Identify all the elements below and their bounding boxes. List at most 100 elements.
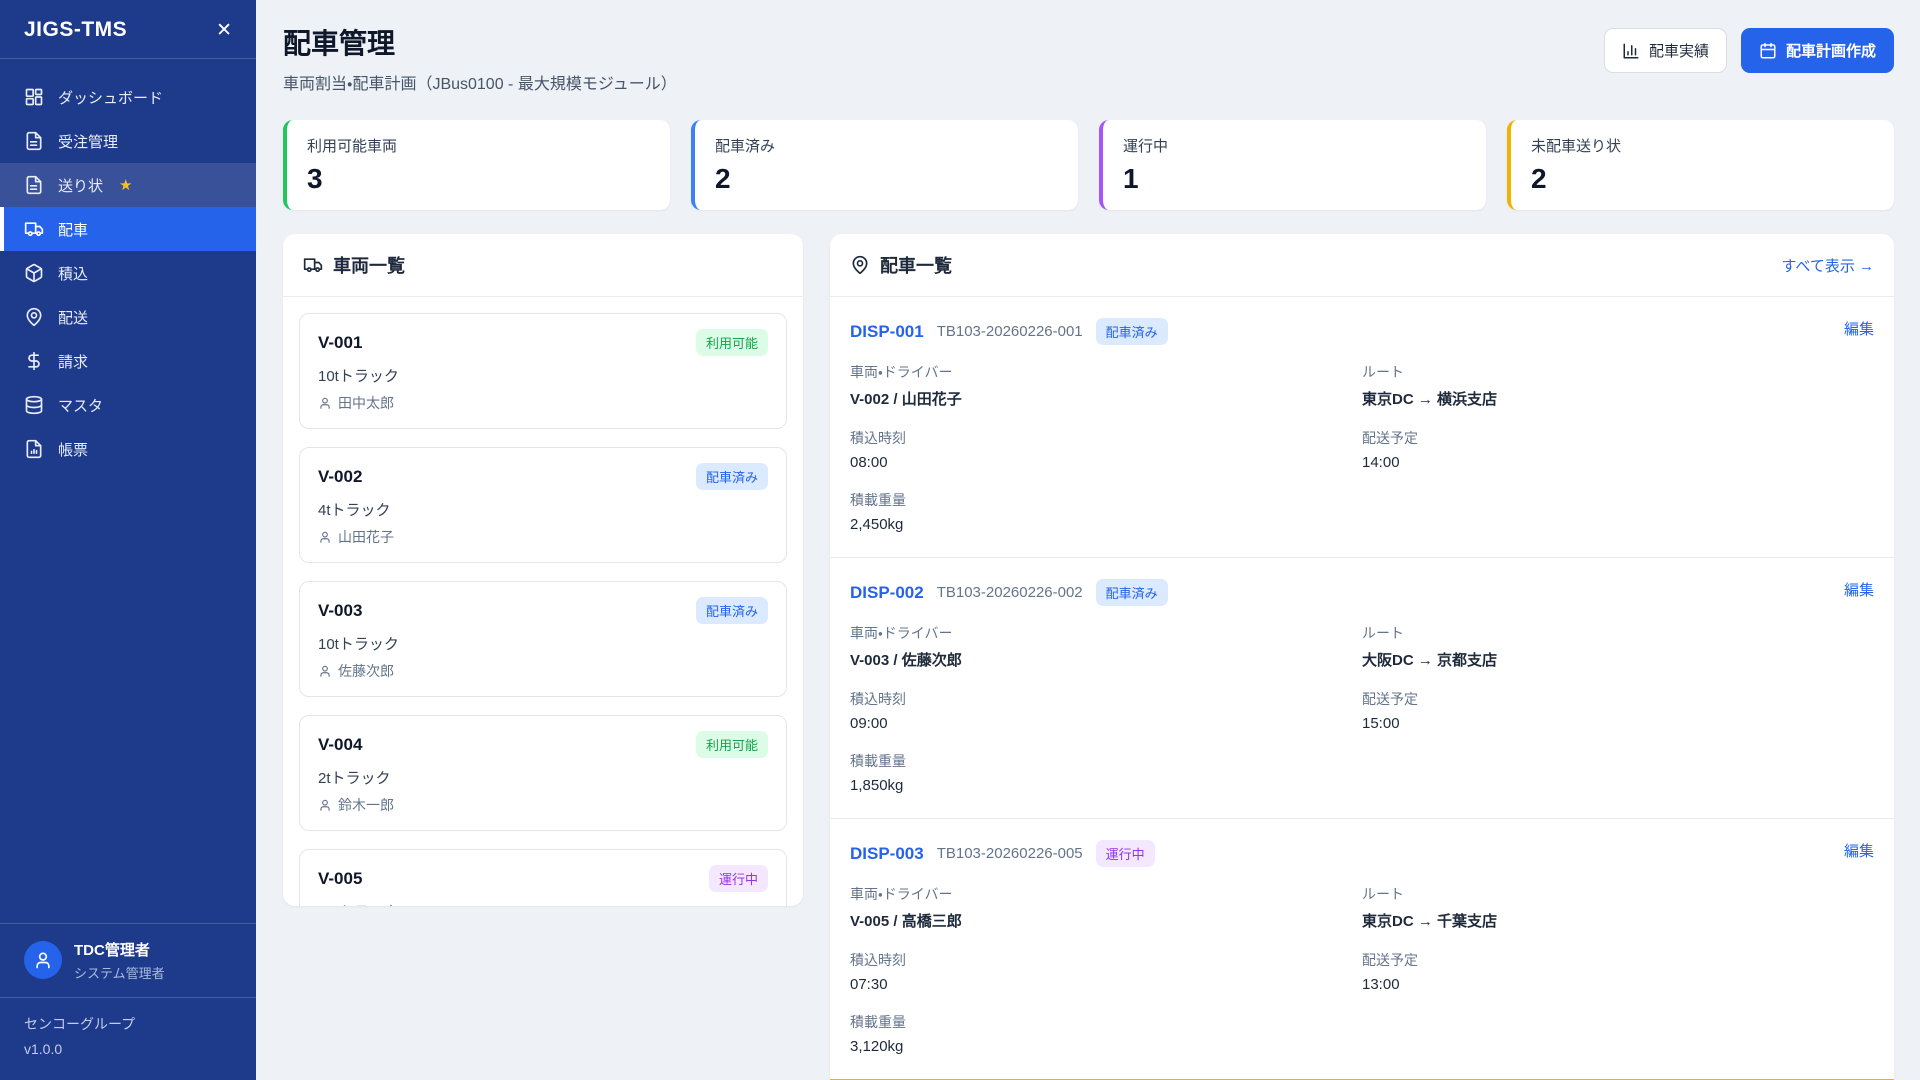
sidebar-item-loading[interactable]: 積込 [0,251,256,295]
field-label: ルート [1362,623,1874,643]
edit-link[interactable]: 編集 [1844,579,1874,600]
vehicle-card[interactable]: V-001 利用可能 10tトラック 田中太郎 [299,313,787,429]
vehicle-panel-title: 車両一覧 [333,252,405,278]
sidebar-item-reports[interactable]: 帳票 [0,427,256,471]
stat-value: 2 [715,163,1058,195]
field-value: 14:00 [1362,454,1874,471]
page-header: 配車管理 車両割当・配車計画（JBus0100 - 最大規模モジュール） 配車実… [283,22,1894,94]
invoice-icon [24,175,44,195]
vehicle-type: 4tトラック [318,499,768,520]
dispatch-results-label: 配車実績 [1649,40,1709,61]
status-badge: 配車済み [696,463,768,490]
dispatch-id[interactable]: DISP-003 [850,844,924,864]
avatar [24,941,62,979]
person-icon [318,798,332,812]
stat-value: 2 [1531,163,1874,195]
field-load-time: 積込時刻 07:30 [850,950,1362,993]
dispatch-column: 配車一覧 すべて表示 → DISP-001 TB103-20260226-001… [830,234,1894,1080]
create-dispatch-plan-button[interactable]: 配車計画作成 [1741,28,1894,73]
vehicle-driver: 田中太郎 [318,393,768,413]
vehicle-card[interactable]: V-002 配車済み 4tトラック 山田花子 [299,447,787,563]
dollar-icon [24,351,44,371]
dispatch-id[interactable]: DISP-002 [850,583,924,603]
star-icon: ★ [119,176,132,194]
field-route: ルート 大阪DC → 京都支店 [1362,623,1874,670]
sidebar-nav: ダッシュボード 受注管理 送り状 ★ 配車 積込 [0,59,256,923]
dispatch-row: DISP-002 TB103-20260226-002 配車済み 編集 車両・ド… [830,558,1894,819]
stat-label: 未配車送り状 [1531,135,1874,156]
field-label: 積載重量 [850,490,1362,510]
sidebar-item-label: 積込 [58,263,88,284]
vehicle-id: V-005 [318,869,362,889]
page-title: 配車管理 [283,22,677,62]
field-weight: 積載重量 2,450kg [850,490,1362,533]
stat-value: 3 [307,163,650,195]
field-vehicle-driver: 車両・ドライバー V-003 / 佐藤次郎 [850,623,1362,670]
sidebar-item-dispatch[interactable]: 配車 [0,207,256,251]
vehicle-type: 2tトラック [318,767,768,788]
page-subtitle: 車両割当・配車計画（JBus0100 - 最大規模モジュール） [283,70,677,94]
field-value: V-005 / 高橋三郎 [850,910,1362,931]
sidebar-item-delivery[interactable]: 配送 [0,295,256,339]
bar-chart-icon [1622,42,1640,60]
vehicle-id: V-002 [318,467,362,487]
stat-card-assigned: 配車済み 2 [691,120,1078,210]
field-value: 13:00 [1362,976,1874,993]
sidebar-item-master[interactable]: マスタ [0,383,256,427]
sidebar-item-dashboard[interactable]: ダッシュボード [0,75,256,119]
field-value: 2,450kg [850,516,1362,533]
dispatch-id[interactable]: DISP-001 [850,322,924,342]
sidebar-item-billing[interactable]: 請求 [0,339,256,383]
vehicle-list-panel: 車両一覧 V-001 利用可能 10tトラック 田中太郎 V- [283,234,803,906]
sidebar-item-orders[interactable]: 受注管理 [0,119,256,163]
status-badge: 配車済み [1096,318,1168,345]
sidebar-item-label: マスタ [58,395,103,416]
dispatch-code: TB103-20260226-005 [937,845,1083,862]
stat-value: 1 [1123,163,1466,195]
driver-name: 佐藤次郎 [338,661,394,681]
user-name: TDC管理者 [74,939,165,960]
vehicle-card[interactable]: V-005 運行中 10tトラック 高橋三郎 [299,849,787,906]
person-icon [318,396,332,410]
view-all-link[interactable]: すべて表示 → [1781,255,1874,276]
user-section[interactable]: TDC管理者 システム管理者 [0,923,256,997]
field-value: V-002 / 山田花子 [850,388,1362,409]
dispatch-results-button[interactable]: 配車実績 [1604,28,1727,73]
sidebar-item-invoices[interactable]: 送り状 ★ [0,163,256,207]
status-badge: 運行中 [1096,840,1155,867]
calendar-icon [1759,42,1777,60]
driver-name: 山田花子 [338,527,394,547]
field-label: ルート [1362,362,1874,382]
document-icon [24,131,44,151]
package-icon [24,263,44,283]
status-badge: 配車済み [696,597,768,624]
stat-label: 運行中 [1123,135,1466,156]
sidebar-item-label: 受注管理 [58,131,118,152]
edit-link[interactable]: 編集 [1844,840,1874,861]
close-icon[interactable]: ✕ [216,21,232,40]
content-row: 車両一覧 V-001 利用可能 10tトラック 田中太郎 V- [283,234,1894,1080]
field-route: ルート 東京DC → 横浜支店 [1362,362,1874,409]
dispatch-panel-header: 配車一覧 すべて表示 → [830,234,1894,297]
vehicle-type: 10tトラック [318,365,768,386]
field-label: 車両・ドライバー [850,362,1362,382]
field-label: 積込時刻 [850,689,1362,709]
vehicle-type: 10tトラック [318,633,768,654]
field-value: 東京DC → 千葉支店 [1362,910,1874,931]
org-name: センコーグループ [24,1012,232,1037]
vehicle-card[interactable]: V-003 配車済み 10tトラック 佐藤次郎 [299,581,787,697]
dispatch-row: DISP-003 TB103-20260226-005 運行中 編集 車両・ドラ… [830,819,1894,1079]
edit-link[interactable]: 編集 [1844,318,1874,339]
stat-card-running: 運行中 1 [1099,120,1486,210]
app-logo: JIGS-TMS [24,18,127,42]
dashboard-icon [24,87,44,107]
field-value: 07:30 [850,976,1362,993]
dispatch-panel-title: 配車一覧 [880,252,952,278]
vehicle-card[interactable]: V-004 利用可能 2tトラック 鈴木一郎 [299,715,787,831]
stat-card-available: 利用可能車両 3 [283,120,670,210]
person-icon [318,530,332,544]
stat-label: 配車済み [715,135,1058,156]
stat-label: 利用可能車両 [307,135,650,156]
field-vehicle-driver: 車両・ドライバー V-005 / 高橋三郎 [850,884,1362,931]
field-label: 車両・ドライバー [850,623,1362,643]
